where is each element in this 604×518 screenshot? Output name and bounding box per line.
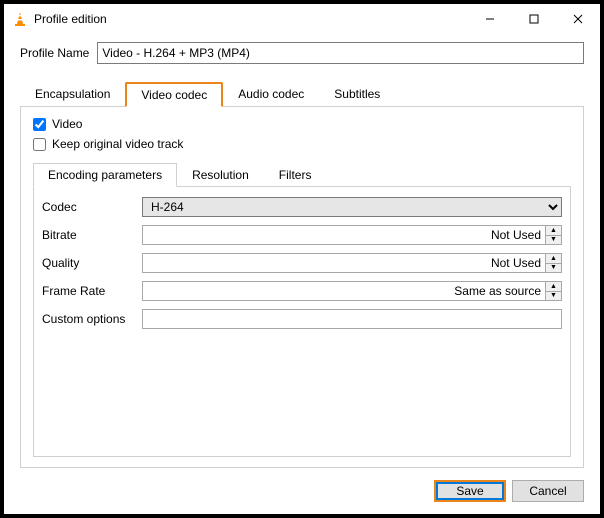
- bitrate-input[interactable]: [142, 225, 546, 245]
- custom-options-input[interactable]: [142, 309, 562, 329]
- bitrate-label: Bitrate: [42, 228, 138, 242]
- close-button[interactable]: [556, 4, 600, 34]
- sub-tabs: Encoding parameters Resolution Filters: [33, 163, 571, 187]
- framerate-spin-down[interactable]: ▼: [546, 292, 561, 301]
- window-controls: [468, 4, 600, 34]
- quality-row: Quality ▲▼: [42, 253, 562, 273]
- tab-subtitles[interactable]: Subtitles: [319, 82, 395, 107]
- custom-row: Custom options: [42, 309, 562, 329]
- encoding-subpanel: Codec H-264 Bitrate ▲▼ Quality: [33, 187, 571, 457]
- video-checkbox-row: Video: [33, 117, 571, 131]
- framerate-row: Frame Rate ▲▼: [42, 281, 562, 301]
- dialog-content: Profile Name Encapsulation Video codec A…: [4, 34, 600, 514]
- quality-label: Quality: [42, 256, 138, 270]
- custom-label: Custom options: [42, 312, 138, 326]
- bitrate-spin-down[interactable]: ▼: [546, 236, 561, 245]
- save-button[interactable]: Save: [434, 480, 506, 502]
- minimize-button[interactable]: [468, 4, 512, 34]
- framerate-label: Frame Rate: [42, 284, 138, 298]
- framerate-input[interactable]: [142, 281, 546, 301]
- dialog-window: Profile edition Profile Name Encapsulati…: [4, 4, 600, 514]
- tab-video-codec[interactable]: Video codec: [125, 82, 223, 107]
- video-codec-panel: Video Keep original video track Encoding…: [20, 107, 584, 468]
- framerate-spin-up[interactable]: ▲: [546, 282, 561, 292]
- video-checkbox-label: Video: [52, 117, 82, 131]
- bitrate-spin-up[interactable]: ▲: [546, 226, 561, 236]
- codec-select[interactable]: H-264: [142, 197, 562, 217]
- maximize-button[interactable]: [512, 4, 556, 34]
- cancel-button[interactable]: Cancel: [512, 480, 584, 502]
- keep-original-label: Keep original video track: [52, 137, 183, 151]
- profile-name-label: Profile Name: [20, 46, 89, 60]
- subtab-filters[interactable]: Filters: [264, 163, 327, 187]
- window-title: Profile edition: [34, 12, 468, 26]
- dialog-footer: Save Cancel: [20, 468, 584, 502]
- keep-original-row: Keep original video track: [33, 137, 571, 151]
- codec-row: Codec H-264: [42, 197, 562, 217]
- subtab-encoding[interactable]: Encoding parameters: [33, 163, 177, 187]
- codec-label: Codec: [42, 200, 138, 214]
- bitrate-row: Bitrate ▲▼: [42, 225, 562, 245]
- video-checkbox[interactable]: [33, 118, 46, 131]
- vlc-cone-icon: [12, 11, 28, 27]
- subtab-resolution[interactable]: Resolution: [177, 163, 264, 187]
- quality-spin-down[interactable]: ▼: [546, 264, 561, 273]
- tab-audio-codec[interactable]: Audio codec: [223, 82, 319, 107]
- profile-name-row: Profile Name: [20, 42, 584, 64]
- profile-name-input[interactable]: [97, 42, 584, 64]
- quality-input[interactable]: [142, 253, 546, 273]
- title-bar: Profile edition: [4, 4, 600, 34]
- keep-original-checkbox[interactable]: [33, 138, 46, 151]
- quality-spin-up[interactable]: ▲: [546, 254, 561, 264]
- main-tabs: Encapsulation Video codec Audio codec Su…: [20, 82, 584, 107]
- tab-encapsulation[interactable]: Encapsulation: [20, 82, 125, 107]
